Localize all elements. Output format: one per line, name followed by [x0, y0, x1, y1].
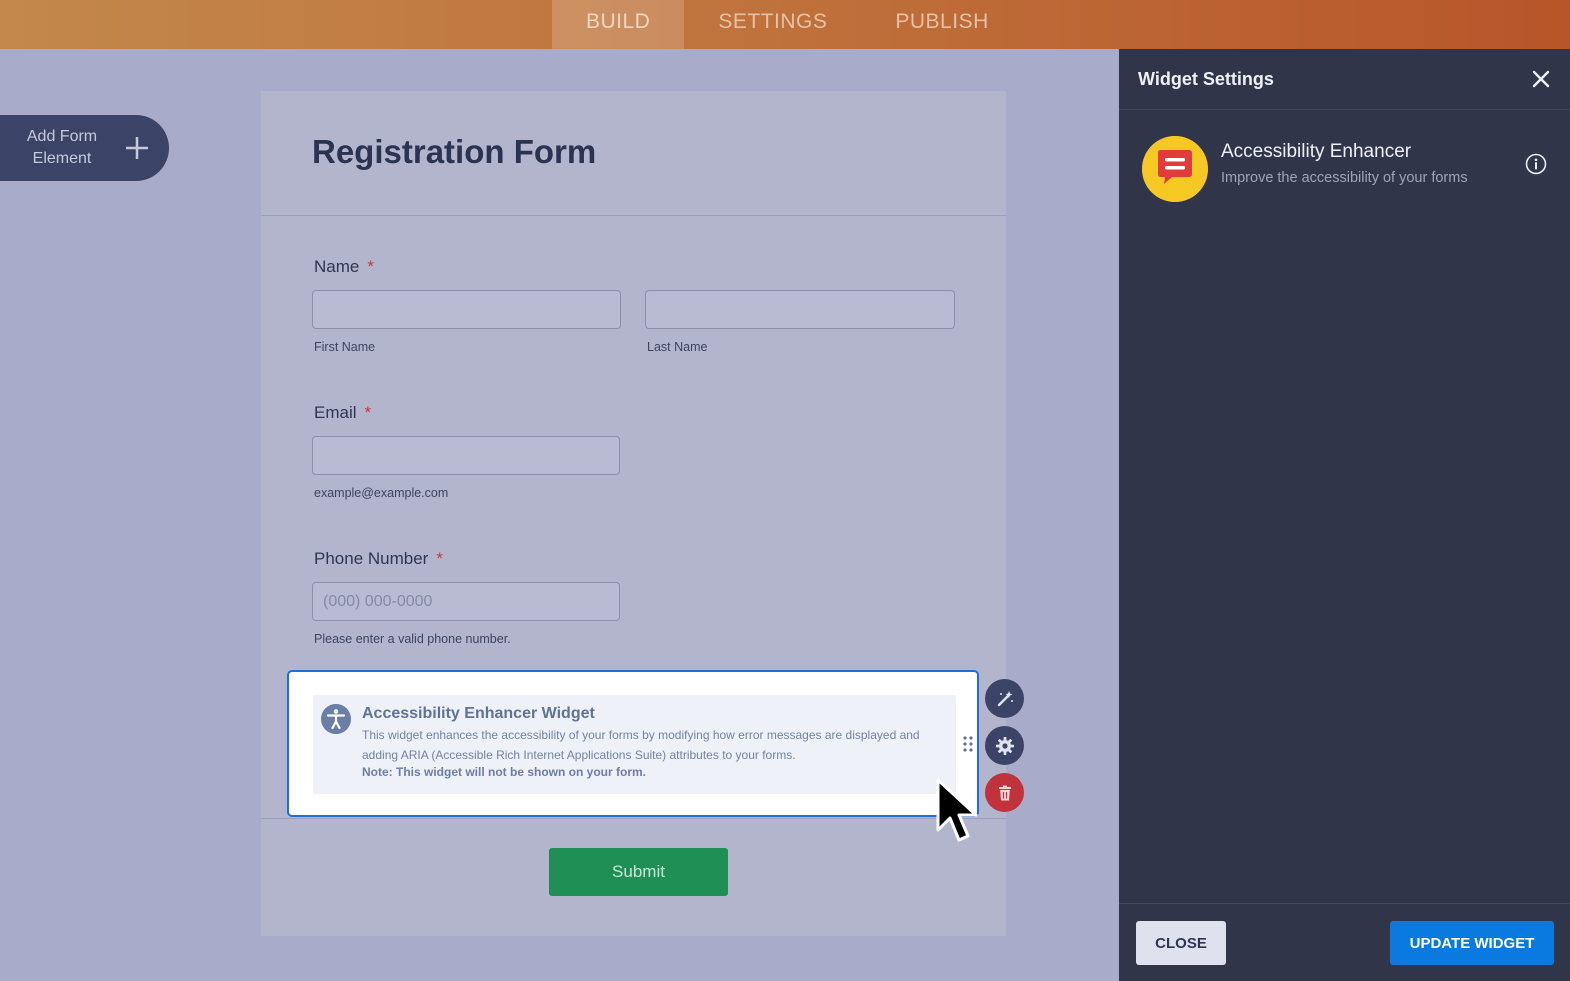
required-asterisk: * — [364, 403, 372, 422]
trash-icon — [998, 785, 1011, 800]
email-sublabel: example@example.com — [314, 486, 449, 500]
update-widget-button[interactable]: UPDATE WIDGET — [1390, 921, 1554, 965]
first-name-input[interactable] — [312, 290, 621, 329]
form-title[interactable]: Registration Form — [312, 133, 596, 171]
required-asterisk: * — [436, 549, 443, 568]
form-divider — [261, 818, 1006, 819]
close-button[interactable]: CLOSE — [1136, 921, 1226, 965]
email-input[interactable] — [312, 436, 620, 475]
tab-settings[interactable]: SETTINGS — [684, 0, 861, 49]
widget-settings-panel: Widget Settings Accessibility Enhancer I… — [1119, 49, 1570, 981]
tab-build[interactable]: BUILD — [552, 0, 685, 49]
tab-publish[interactable]: PUBLISH — [861, 0, 1022, 49]
app-name: Accessibility Enhancer — [1221, 141, 1412, 162]
builder-tabs: BUILD SETTINGS PUBLISH — [552, 0, 1023, 49]
phone-placeholder: (000) 000-0000 — [323, 593, 433, 610]
panel-title: Widget Settings — [1138, 69, 1274, 89]
last-name-input[interactable] — [645, 290, 955, 329]
phone-number-input[interactable]: (000) 000-0000 — [312, 582, 620, 621]
accessibility-enhancer-logo — [1142, 136, 1208, 202]
phone-sublabel: Please enter a valid phone number. — [314, 632, 511, 646]
widget-description: This widget enhances the accessibility o… — [362, 728, 920, 762]
panel-header: Widget Settings — [1119, 49, 1570, 110]
submit-button[interactable]: Submit — [549, 848, 728, 896]
widget-title: Accessibility Enhancer Widget — [362, 705, 595, 722]
add-form-element-button[interactable]: Add Form Element — [0, 115, 169, 181]
form-header: Registration Form — [261, 91, 1006, 216]
widget-info-box: Accessibility Enhancer Widget This widge… — [313, 695, 956, 794]
app-description: Improve the accessibility of your forms — [1221, 170, 1468, 186]
magic-wand-icon — [997, 690, 1013, 706]
email-field-label[interactable]: Email * — [314, 403, 371, 423]
widget-delete-button[interactable] — [985, 773, 1024, 812]
mouse-pointer-icon — [936, 778, 978, 842]
info-icon[interactable] — [1525, 153, 1547, 175]
plus-icon — [126, 137, 148, 159]
widget-note: Note: This widget will not be shown on y… — [362, 765, 646, 779]
gear-icon — [995, 736, 1014, 755]
phone-label-text: Phone Number — [314, 549, 429, 568]
email-label-text: Email — [314, 403, 357, 422]
top-navigation-bar: BUILD SETTINGS PUBLISH — [0, 0, 1570, 49]
first-name-sublabel: First Name — [314, 340, 376, 354]
required-asterisk: * — [367, 257, 374, 276]
panel-footer — [1119, 903, 1570, 904]
accessibility-icon — [321, 704, 351, 734]
name-field-label[interactable]: Name * — [314, 257, 374, 277]
drag-handle-icon[interactable] — [962, 735, 974, 753]
widget-wizard-button[interactable] — [985, 679, 1024, 718]
accessibility-enhancer-widget[interactable]: Accessibility Enhancer Widget This widge… — [287, 670, 979, 817]
add-form-element-label: Add Form Element — [26, 128, 98, 167]
name-label-text: Name — [314, 257, 360, 276]
phone-field-label[interactable]: Phone Number * — [314, 549, 443, 569]
widget-settings-button[interactable] — [985, 726, 1024, 765]
close-icon[interactable] — [1528, 66, 1554, 92]
last-name-sublabel: Last Name — [647, 340, 708, 354]
